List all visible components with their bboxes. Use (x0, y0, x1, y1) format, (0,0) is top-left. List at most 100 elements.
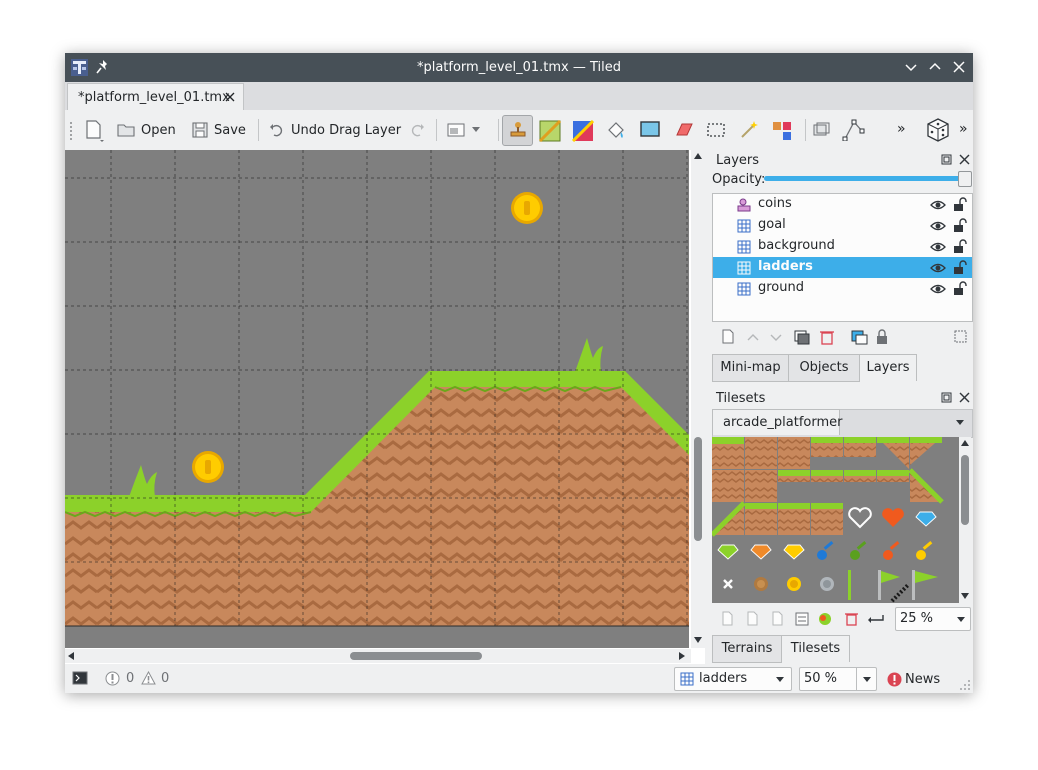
tile-layer-icon (737, 219, 751, 233)
toolbar-separator (805, 119, 806, 141)
close-tab-icon[interactable] (224, 91, 236, 103)
current-layer-combo[interactable]: ladders (674, 667, 792, 691)
tab-objects[interactable]: Objects (788, 354, 860, 382)
tileset-scrollbar[interactable] (959, 437, 971, 603)
close-icon[interactable] (951, 59, 967, 75)
stamp-brush-preview-icon[interactable] (447, 122, 465, 138)
eye-icon[interactable] (930, 219, 946, 233)
panel-float-close-icons[interactable] (941, 392, 971, 404)
toolbar-separator (258, 119, 259, 141)
open-button[interactable]: Open (117, 117, 176, 143)
save-icon (192, 122, 208, 138)
terrain-brush-icon[interactable] (539, 120, 561, 142)
layer-name: background (758, 238, 835, 253)
layer-row-ladders[interactable]: ladders (713, 257, 972, 278)
map-zoom-combo[interactable]: 50 % (799, 667, 877, 691)
tileset-scroll-thumb[interactable] (961, 455, 969, 525)
wang-brush-icon[interactable] (572, 120, 594, 142)
news-button[interactable]: News (887, 670, 940, 688)
toolbar-overflow-button-2[interactable]: » (959, 121, 968, 137)
panel-float-close-icons[interactable] (941, 154, 971, 166)
opacity-slider[interactable] (764, 176, 964, 181)
map-scene[interactable] (65, 150, 689, 648)
object-select-icon[interactable] (811, 120, 831, 140)
coin-object[interactable] (192, 451, 224, 483)
open-label: Open (141, 122, 176, 138)
unlocked-icon[interactable] (953, 260, 967, 275)
resize-grip-icon[interactable] (959, 679, 971, 691)
horizontal-scrollbar[interactable] (65, 649, 691, 663)
unlocked-icon[interactable] (953, 281, 967, 296)
unlocked-icon[interactable] (953, 218, 967, 233)
eraser-icon[interactable] (672, 121, 694, 139)
tile-layer-icon (737, 240, 751, 254)
error-count: 0 (126, 671, 135, 686)
eye-icon[interactable] (930, 240, 946, 254)
layer-name: coins (758, 196, 792, 211)
minimize-icon[interactable] (903, 59, 919, 75)
map-view[interactable] (65, 150, 705, 664)
tileset-tab-arcade-platformer[interactable]: arcade_platformer (712, 409, 842, 435)
rectangular-select-icon[interactable] (706, 121, 726, 139)
layer-row-ground[interactable]: ground (713, 278, 972, 299)
eye-icon[interactable] (930, 261, 946, 275)
scroll-down-icon[interactable] (961, 593, 969, 599)
save-label: Save (214, 122, 246, 138)
vertical-scrollbar[interactable] (691, 150, 705, 648)
bucket-fill-icon[interactable] (605, 120, 627, 142)
tileset-actions-toolbar[interactable] (719, 610, 891, 628)
tileset-view[interactable] (712, 437, 959, 603)
news-alert-icon (887, 672, 902, 686)
layer-name: ladders (758, 259, 813, 274)
magic-wand-icon[interactable] (739, 120, 759, 140)
tile-map-canvas[interactable] (65, 150, 689, 648)
main-toolbar: Open Save Undo Drag Layer » » (65, 110, 973, 150)
error-icon[interactable] (105, 671, 120, 686)
tileset-zoom-combo[interactable]: 25 % (895, 607, 971, 631)
document-tab-label: *platform_level_01.tmx (78, 90, 230, 105)
redo-icon[interactable] (409, 122, 425, 138)
scroll-down-icon[interactable] (694, 637, 702, 643)
shape-fill-icon[interactable] (639, 120, 661, 140)
coin-object[interactable] (511, 192, 543, 224)
layer-list[interactable]: coins goal background ladders ground (712, 193, 973, 322)
chevron-down-icon[interactable] (862, 676, 872, 684)
horizontal-scroll-thumb[interactable] (350, 652, 482, 660)
layer-row-goal[interactable]: goal (713, 215, 972, 236)
edit-polygons-icon[interactable] (842, 119, 866, 141)
new-file-icon[interactable] (85, 119, 107, 143)
opacity-slider-handle[interactable] (958, 171, 972, 187)
save-button[interactable]: Save (192, 117, 246, 143)
vertical-scroll-thumb[interactable] (694, 437, 702, 541)
layer-row-coins[interactable]: coins (713, 194, 972, 215)
scroll-up-icon[interactable] (694, 153, 702, 159)
tileset-tiles[interactable] (712, 437, 959, 603)
eye-icon[interactable] (930, 198, 946, 212)
unlocked-icon[interactable] (953, 197, 967, 212)
chevron-down-icon[interactable] (956, 616, 966, 624)
tab-tilesets[interactable]: Tilesets (781, 635, 850, 662)
tab-layers[interactable]: Layers (859, 354, 917, 381)
select-same-tile-icon[interactable] (771, 120, 793, 142)
toolbar-overflow-button[interactable]: » (897, 121, 906, 137)
maximize-icon[interactable] (927, 59, 943, 75)
layer-actions-toolbar[interactable] (719, 328, 969, 346)
random-mode-dice-icon[interactable] (926, 117, 950, 143)
console-icon[interactable] (72, 671, 88, 685)
chevron-down-icon[interactable] (471, 126, 481, 134)
layer-row-background[interactable]: background (713, 236, 972, 257)
eye-icon[interactable] (930, 282, 946, 296)
unlocked-icon[interactable] (953, 239, 967, 254)
tab-terrains[interactable]: Terrains (712, 635, 782, 663)
toolbar-grip[interactable] (70, 122, 75, 140)
document-tab[interactable]: *platform_level_01.tmx (67, 83, 244, 111)
chevron-down-icon[interactable] (775, 676, 785, 684)
scroll-left-icon[interactable] (68, 652, 74, 660)
stamp-brush-icon[interactable] (509, 121, 527, 139)
scroll-right-icon[interactable] (679, 652, 685, 660)
undo-button[interactable]: Undo Drag Layer (269, 117, 401, 143)
chevron-down-icon[interactable] (955, 419, 965, 427)
warning-icon[interactable] (141, 671, 156, 685)
tab-mini-map[interactable]: Mini-map (712, 354, 789, 382)
scroll-up-icon[interactable] (961, 440, 969, 446)
